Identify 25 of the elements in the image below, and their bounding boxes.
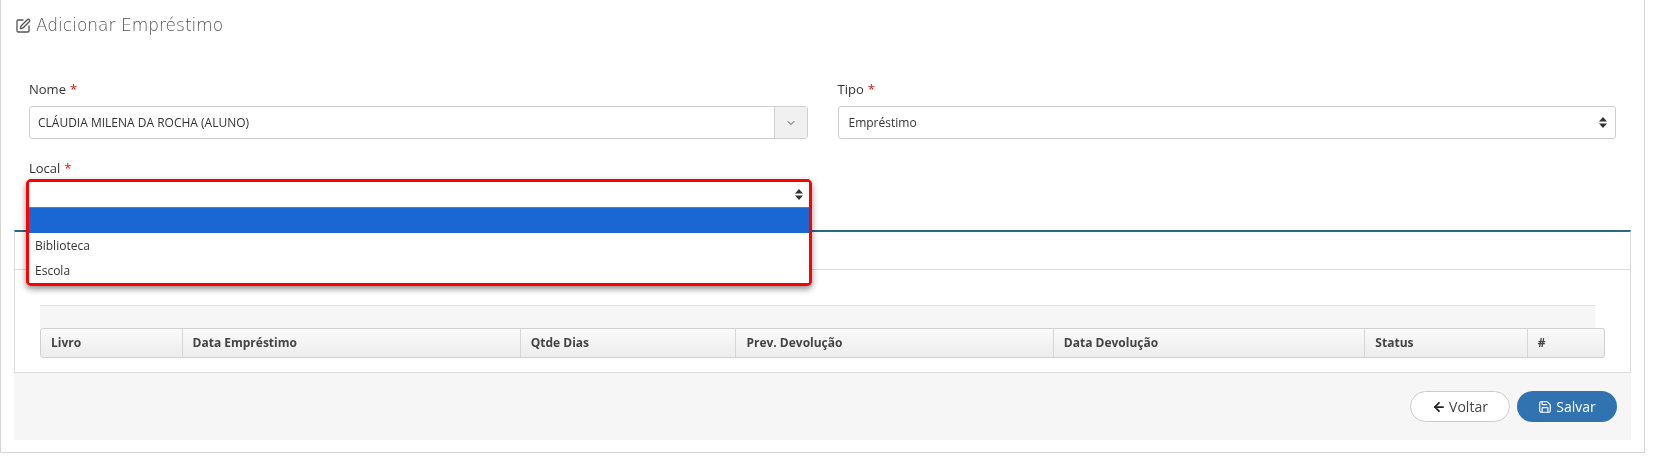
- required-mark: *: [64, 159, 72, 179]
- arrow-left-icon: [1432, 399, 1447, 414]
- column-header: Data Devolução: [1052, 329, 1365, 357]
- column-header: Status: [1364, 329, 1527, 357]
- field-label: Local: [29, 159, 61, 179]
- save-button[interactable]: Salvar: [1517, 391, 1617, 422]
- column-header: Prev. Devolução: [735, 329, 1053, 357]
- save-icon: [1538, 399, 1553, 414]
- required-mark: *: [867, 80, 875, 100]
- field-label: Tipo: [837, 80, 864, 100]
- column-header: Livro: [50, 333, 83, 353]
- field-label: Nome: [29, 80, 66, 100]
- column-header: Qtde Dias: [519, 329, 736, 357]
- required-mark: *: [69, 80, 78, 100]
- page-title: Adicionar Empréstimo: [36, 14, 224, 38]
- back-button[interactable]: Voltar: [1410, 391, 1510, 422]
- edit-icon: [15, 18, 31, 34]
- select-arrows-icon: [1599, 117, 1607, 128]
- local-select[interactable]: [29, 182, 809, 208]
- select-arrows-icon: [795, 189, 803, 200]
- column-header: Data Empréstimo: [181, 329, 520, 357]
- name-combobox[interactable]: CLÁUDIA MILENA DA ROCHA (ALUNO): [29, 106, 808, 139]
- column-header: #: [1526, 329, 1604, 357]
- dropdown-button[interactable]: [773, 107, 807, 138]
- type-select[interactable]: Empréstimo: [837, 106, 1616, 139]
